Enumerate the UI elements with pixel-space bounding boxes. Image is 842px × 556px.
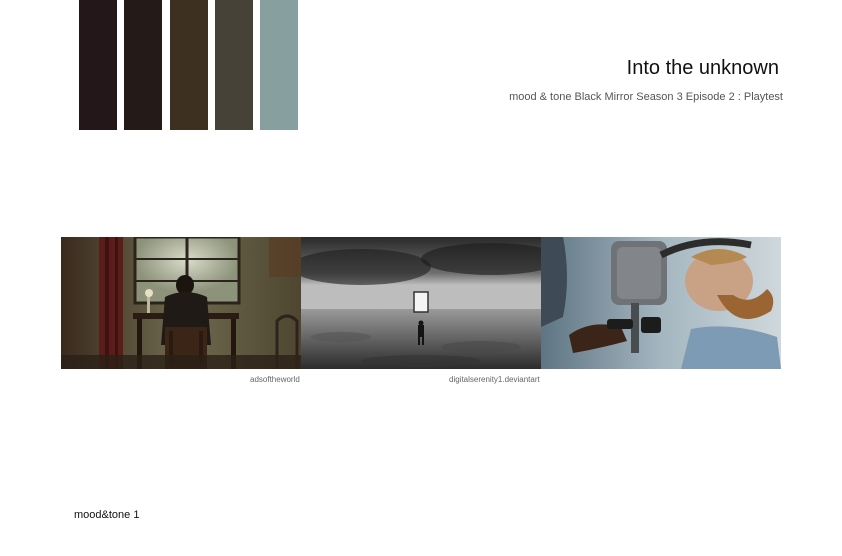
color-swatch bbox=[170, 0, 208, 130]
image-credit: digitalserenity1.deviantart bbox=[449, 375, 540, 384]
photo-man-at-desk bbox=[61, 237, 301, 369]
color-swatch bbox=[79, 0, 117, 130]
page-subtitle: mood & tone Black Mirror Season 3 Episod… bbox=[509, 91, 783, 103]
color-swatch bbox=[215, 0, 253, 130]
image-strip bbox=[61, 237, 782, 369]
color-swatch bbox=[124, 0, 162, 130]
photo-man-headset-device bbox=[541, 237, 781, 369]
color-swatch bbox=[260, 0, 298, 130]
photo-figure-desert-doorway bbox=[301, 237, 541, 369]
image-credit: adsoftheworld bbox=[250, 375, 300, 384]
page-footer-label: mood&tone 1 bbox=[74, 509, 140, 521]
page-title: Into the unknown bbox=[626, 57, 779, 79]
